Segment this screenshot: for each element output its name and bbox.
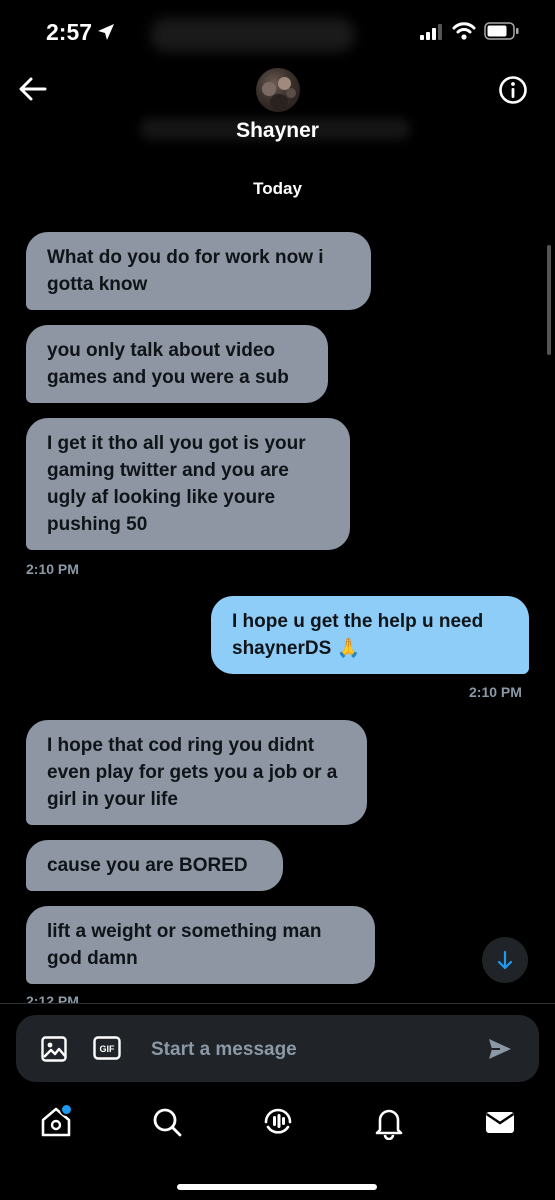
image-icon[interactable]	[40, 1035, 68, 1063]
received-message[interactable]: cause you are BORED	[26, 840, 283, 891]
message-timestamp: 2:10 PM	[469, 684, 522, 700]
cellular-signal-icon	[420, 24, 442, 40]
message-input[interactable]	[149, 1035, 473, 1065]
gif-label: GIF	[100, 1044, 116, 1054]
avatar[interactable]	[256, 68, 300, 112]
scroll-to-bottom-button[interactable]	[482, 937, 528, 983]
home-indicator	[177, 1184, 377, 1190]
message-composer: GIF	[16, 1015, 539, 1082]
received-message[interactable]: I get it tho all you got is your gaming …	[26, 418, 350, 550]
gif-icon[interactable]: GIF	[93, 1036, 121, 1060]
received-message[interactable]: What do you do for work now i gotta know	[26, 232, 371, 310]
spaces-icon[interactable]	[260, 1104, 296, 1140]
status-time: 2:57	[46, 19, 93, 45]
notification-dot	[60, 1103, 73, 1116]
search-icon[interactable]	[149, 1104, 185, 1140]
battery-icon	[484, 22, 519, 40]
divider	[0, 1003, 555, 1004]
scrollbar[interactable]	[547, 245, 551, 355]
arrow-down-icon	[497, 950, 513, 970]
received-message[interactable]: lift a weight or something man god damn	[26, 906, 375, 984]
notifications-icon[interactable]	[371, 1104, 407, 1140]
contact-name[interactable]: Shayner	[0, 119, 555, 143]
location-arrow-icon	[98, 24, 114, 40]
back-arrow-icon[interactable]	[16, 74, 50, 104]
send-icon[interactable]	[487, 1036, 513, 1062]
message-timestamp: 2:12 PM	[26, 993, 79, 1003]
status-bar: 2:57	[0, 0, 555, 62]
redacted-area	[150, 18, 355, 52]
received-message[interactable]: I hope that cod ring you didnt even play…	[26, 720, 367, 825]
info-icon[interactable]	[497, 74, 529, 106]
date-separator: Today	[253, 179, 302, 198]
message-timestamp: 2:10 PM	[26, 561, 79, 577]
received-message[interactable]: you only talk about video games and you …	[26, 325, 328, 403]
wifi-icon	[452, 22, 476, 40]
messages-icon[interactable]	[482, 1104, 518, 1140]
sent-message[interactable]: I hope u get the help u need shaynerDS 🙏	[211, 596, 529, 674]
